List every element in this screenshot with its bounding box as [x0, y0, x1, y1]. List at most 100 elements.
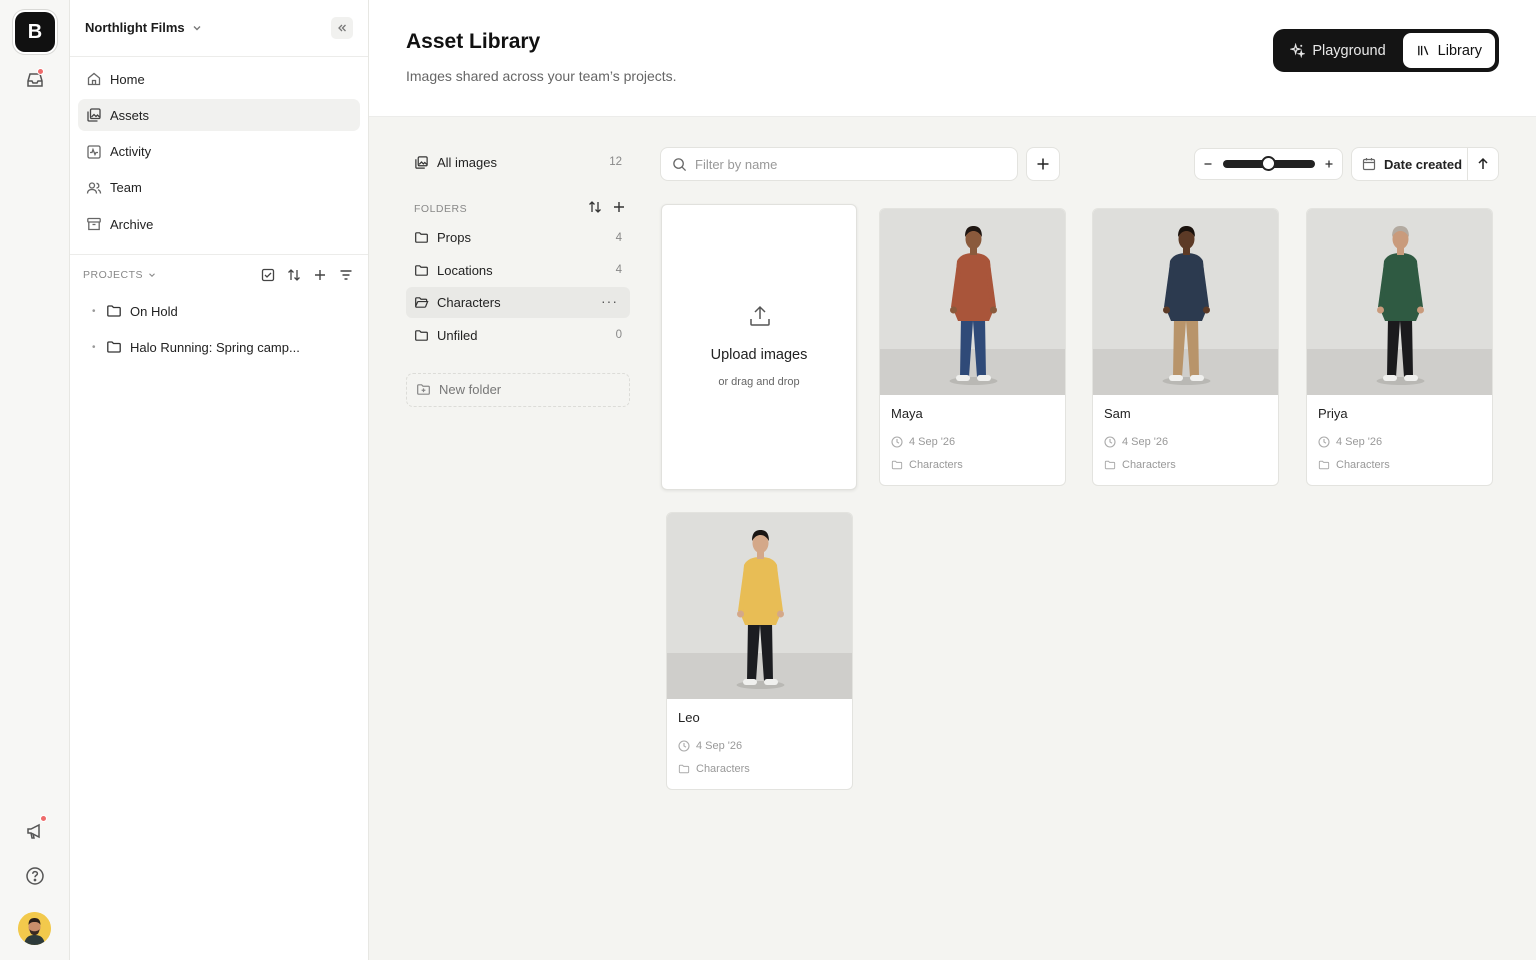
inbox-button[interactable] — [23, 68, 47, 92]
folder-icon — [415, 329, 428, 341]
library-tab[interactable]: Library — [1402, 33, 1495, 68]
main-area: Asset Library Images shared across your … — [369, 0, 1536, 960]
folder-icon — [1318, 460, 1330, 470]
asset-folder-text: Characters — [1122, 459, 1176, 471]
workspace-header: Northlight Films — [70, 0, 368, 57]
add-project-button[interactable] — [312, 267, 328, 283]
clock-icon — [1318, 436, 1330, 448]
asset-folder: Characters — [678, 763, 750, 775]
sort-folders-button[interactable] — [588, 200, 602, 214]
select-projects-button[interactable] — [260, 267, 276, 283]
sort-field-button[interactable]: Date created — [1352, 148, 1468, 180]
asset-thumbnail — [880, 209, 1065, 395]
sidebar: Northlight Films Home Assets Activity Te… — [70, 0, 369, 960]
person-image — [1093, 209, 1278, 395]
project-label: Halo Running: Spring camp... — [130, 339, 300, 355]
user-avatar[interactable] — [18, 912, 51, 945]
new-folder-button[interactable]: New folder — [406, 372, 630, 407]
announcements-button[interactable] — [23, 815, 47, 843]
app-logo[interactable]: B — [15, 12, 55, 52]
folder-item-props[interactable]: Props 4 — [406, 222, 630, 253]
project-item-on-hold[interactable]: • On Hold — [70, 293, 368, 329]
projects-toggle[interactable]: PROJECTS — [83, 269, 157, 281]
asset-date-text: 4 Sep '26 — [1336, 436, 1383, 448]
folder-panel: All images 12 FOLDERS Props 4 Locations … — [406, 145, 630, 407]
zoom-out-button[interactable] — [1203, 159, 1213, 169]
library-icon — [1417, 45, 1429, 56]
asset-name: Sam — [1104, 406, 1131, 421]
help-button[interactable] — [23, 864, 47, 888]
clock-icon — [1104, 436, 1116, 448]
page-title: Asset Library — [406, 30, 541, 53]
folder-label: Props — [437, 230, 471, 245]
asset-card[interactable]: Sam 4 Sep '26 Characters — [1092, 208, 1279, 486]
folders-header: FOLDERS — [406, 194, 630, 222]
filter-projects-button[interactable] — [338, 267, 354, 283]
nav-item-team[interactable]: Team — [78, 172, 360, 204]
search-icon — [673, 157, 687, 171]
zoom-slider[interactable] — [1222, 156, 1315, 171]
folder-icon — [107, 341, 121, 353]
new-folder-label: New folder — [439, 382, 502, 397]
nav-item-assets[interactable]: Assets — [78, 99, 360, 132]
nav-item-activity[interactable]: Activity — [78, 136, 360, 168]
search-input[interactable] — [695, 156, 995, 172]
nav-item-label: Archive — [110, 216, 154, 232]
nav-item-home[interactable]: Home — [78, 63, 360, 95]
all-images-item[interactable]: All images 12 — [406, 145, 630, 179]
folder-count: 0 — [615, 329, 622, 341]
main-nav: Home Assets Activity Team Archive — [70, 57, 368, 255]
help-icon — [26, 867, 44, 885]
upload-title: Upload images — [710, 347, 808, 363]
folder-plus-icon — [417, 384, 430, 395]
asset-card[interactable]: Priya 4 Sep '26 Characters — [1306, 208, 1493, 486]
plus-icon — [1037, 158, 1049, 170]
zoom-control — [1194, 148, 1343, 180]
playground-tab[interactable]: Playground — [1277, 33, 1398, 68]
nav-item-archive[interactable]: Archive — [78, 208, 360, 240]
asset-card[interactable]: Maya 4 Sep '26 Characters — [879, 208, 1066, 486]
folder-item-unfiled[interactable]: Unfiled 0 — [406, 320, 630, 351]
chevron-down-icon — [193, 25, 201, 30]
nav-item-label: Team — [110, 180, 142, 196]
person-image — [880, 209, 1065, 395]
playground-tab-label: Playground — [1312, 42, 1386, 59]
sort-icon — [589, 201, 601, 213]
zoom-in-button[interactable] — [1324, 159, 1334, 169]
nav-item-label: Activity — [110, 144, 152, 160]
folder-icon — [107, 305, 121, 317]
folder-item-characters[interactable]: Characters ··· — [406, 287, 630, 318]
clock-icon — [891, 436, 903, 448]
folders-tools — [588, 200, 626, 214]
asset-card[interactable]: Leo 4 Sep '26 Characters — [666, 512, 853, 790]
asset-date-text: 4 Sep '26 — [909, 436, 956, 448]
sort-direction-button[interactable] — [1468, 157, 1498, 171]
zoom-slider-handle[interactable] — [1261, 156, 1276, 171]
calendar-icon — [1362, 158, 1376, 171]
asset-thumbnail — [667, 513, 852, 699]
projects-label: PROJECTS — [83, 269, 144, 281]
add-folder-button[interactable] — [612, 200, 626, 214]
asset-folder: Characters — [891, 459, 963, 471]
sort-projects-button[interactable] — [286, 267, 302, 283]
project-item-halo-running[interactable]: • Halo Running: Spring camp... — [70, 329, 368, 365]
folder-icon — [1104, 460, 1116, 470]
asset-thumbnail — [1093, 209, 1278, 395]
asset-folder: Characters — [1318, 459, 1390, 471]
collapse-sidebar-button[interactable] — [331, 17, 353, 39]
upload-dropzone[interactable]: Upload images or drag and drop — [661, 204, 857, 490]
asset-folder-text: Characters — [696, 763, 750, 775]
asset-folder-text: Characters — [909, 459, 963, 471]
upload-icon — [750, 305, 770, 326]
folder-more-button[interactable]: ··· — [601, 293, 618, 309]
folder-icon — [678, 764, 690, 774]
asset-date: 4 Sep '26 — [891, 436, 955, 448]
workspace-switcher[interactable]: Northlight Films — [85, 20, 203, 35]
folder-item-locations[interactable]: Locations 4 — [406, 255, 630, 286]
sort-control: Date created — [1351, 147, 1499, 181]
add-image-button[interactable] — [1026, 147, 1060, 181]
all-images-label: All images — [437, 154, 497, 170]
sort-icon — [288, 269, 300, 281]
all-images-count: 12 — [609, 156, 622, 168]
asset-date: 4 Sep '26 — [1318, 436, 1382, 448]
